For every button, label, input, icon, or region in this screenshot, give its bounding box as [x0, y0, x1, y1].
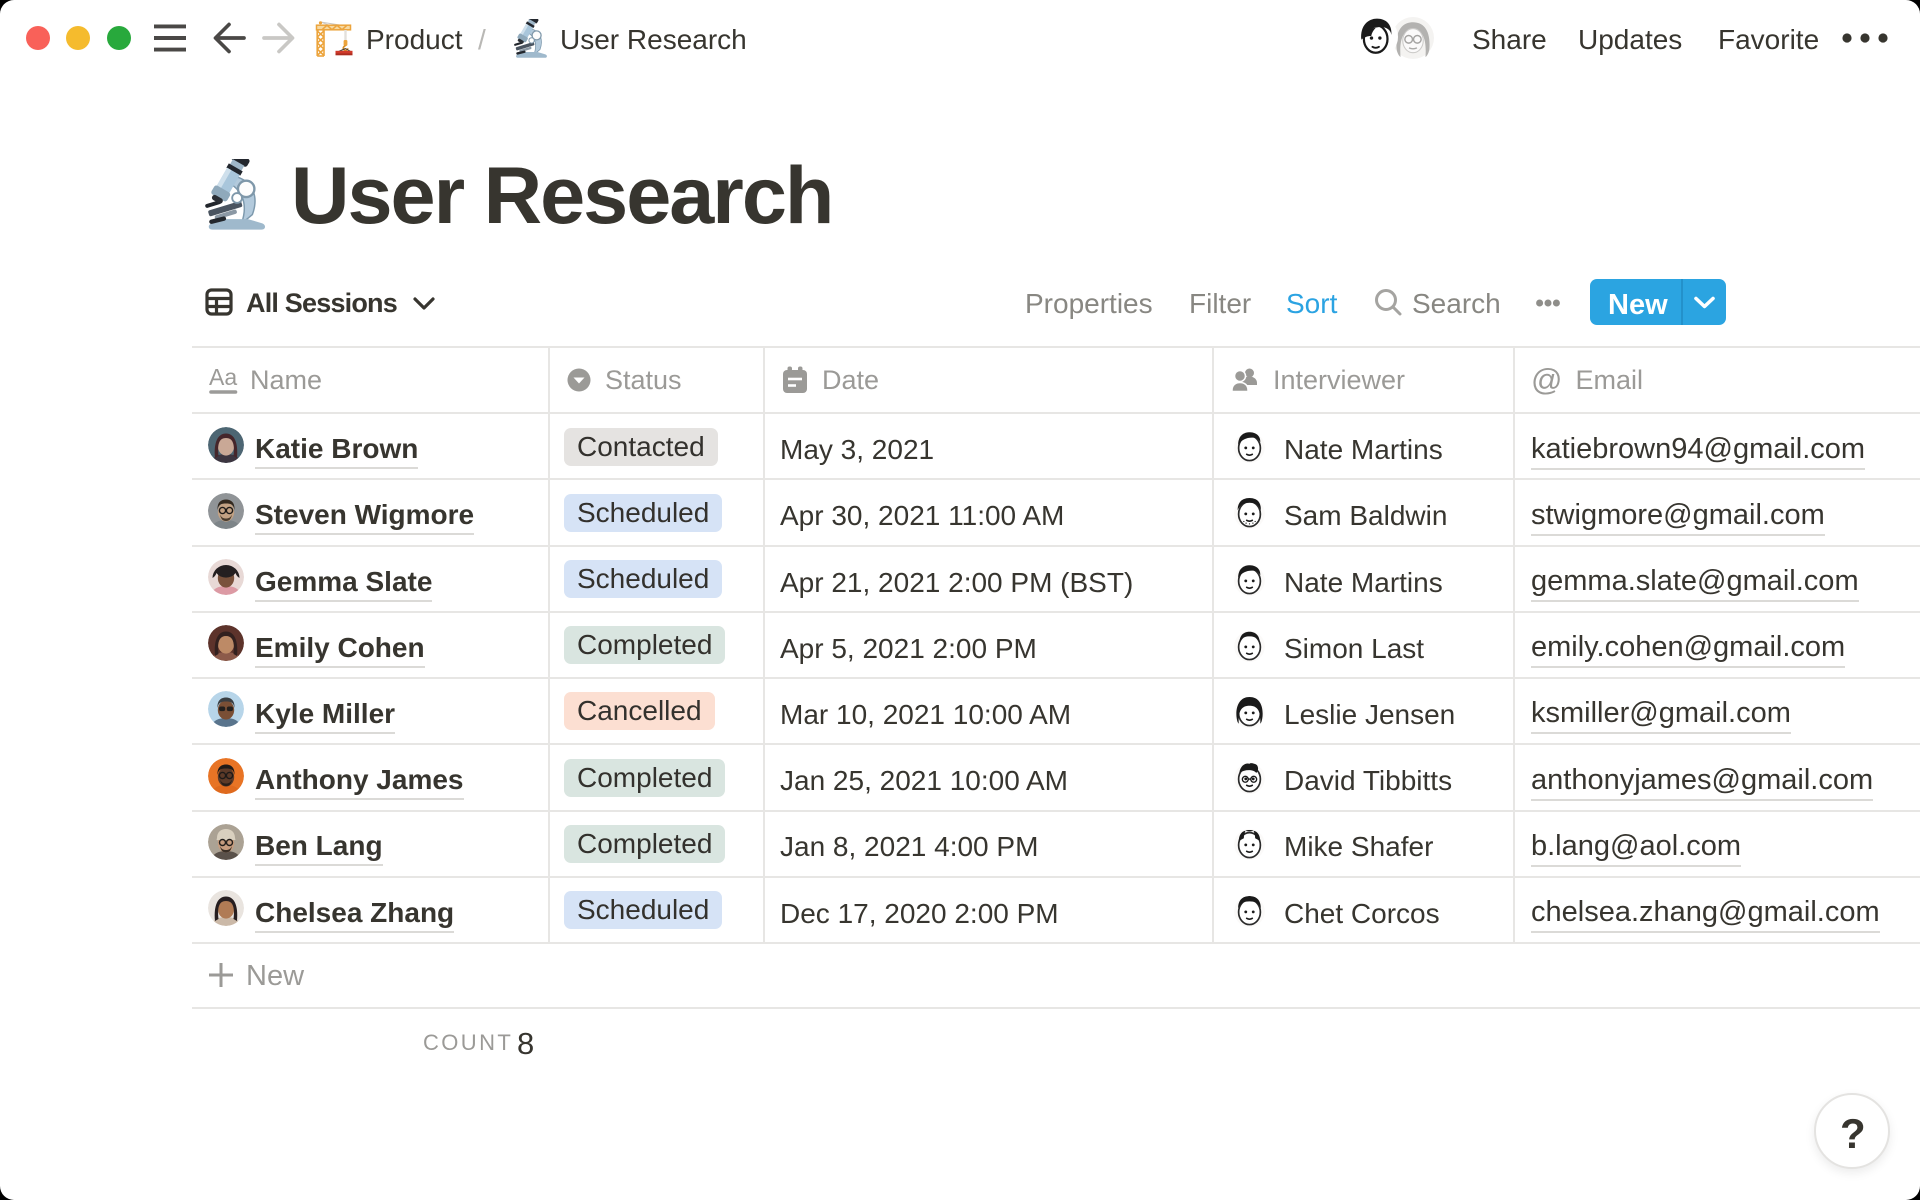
svg-text:Aa: Aa — [209, 365, 237, 390]
